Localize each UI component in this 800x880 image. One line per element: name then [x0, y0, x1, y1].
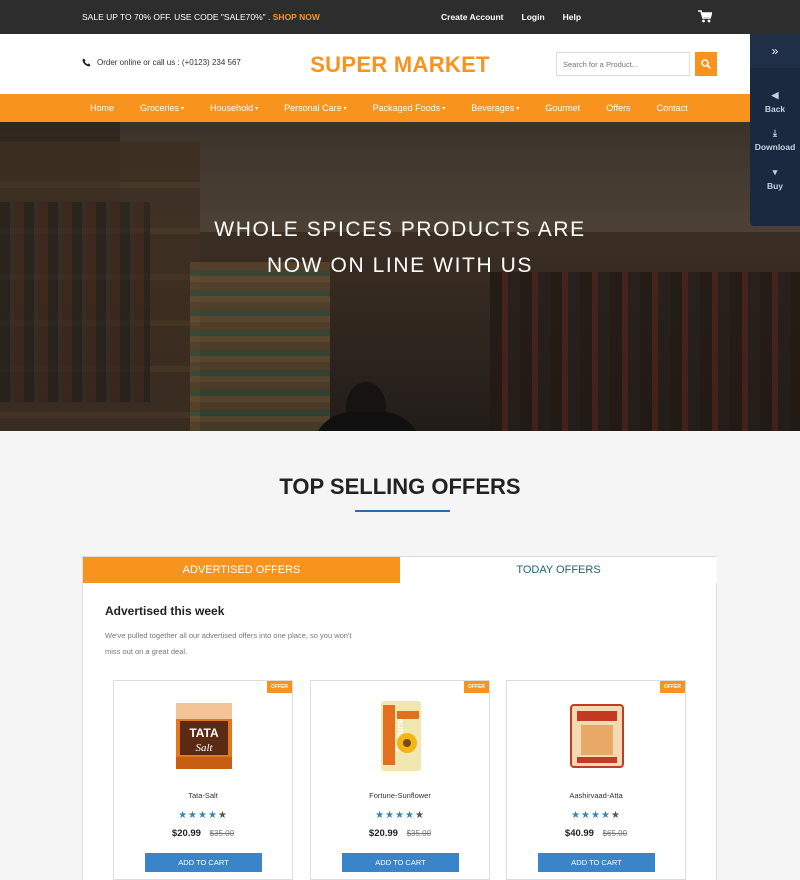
nav-item-home[interactable]: Home — [90, 103, 114, 113]
arrow-left-icon: ◀ — [771, 90, 779, 100]
sale-banner: SALE UP TO 70% OFF. USE CODE "SALE70%" .… — [82, 12, 320, 22]
product-name[interactable]: Fortune-Sunflower — [311, 791, 489, 800]
nav-label: Groceries — [140, 103, 180, 113]
nav-label: Personal Care — [284, 103, 342, 113]
advertised-heading: Advertised this week — [105, 604, 225, 618]
top-bar: SALE UP TO 70% OFF. USE CODE "SALE70%" .… — [0, 0, 800, 34]
product-prices: $20.99 $35.00 — [114, 828, 292, 839]
shop-now-link[interactable]: SHOP NOW — [273, 12, 320, 22]
product-price: $40.99 — [564, 828, 594, 839]
product-old-price: $65.00 — [602, 829, 628, 838]
nav-label: Home — [90, 103, 115, 113]
side-back-button[interactable]: ◀ Back — [750, 90, 800, 114]
product-card: OFFER TATA Salt Tata-Salt ★★★★★ $20.99 $… — [113, 680, 293, 880]
side-buy-button[interactable]: ▾ Buy — [750, 167, 800, 191]
nav-label: Offers — [606, 103, 631, 113]
caret-down-icon: ▾ — [255, 105, 259, 112]
svg-text:TATA: TATA — [189, 726, 219, 740]
rating-stars: ★★★★★ — [571, 810, 621, 821]
side-download-button[interactable]: ⤓ Download — [750, 128, 800, 152]
section-title: TOP SELLING OFFERS — [279, 474, 521, 499]
create-account-link[interactable]: Create Account — [441, 12, 504, 22]
side-item-label: Back — [764, 104, 786, 114]
product-image-fortune-sunflower[interactable]: Fortune — [371, 699, 431, 773]
product-price: $20.99 — [171, 828, 201, 839]
hero-title: WHOLE SPICES PRODUCTS ARE NOW ON LINE WI… — [0, 212, 800, 284]
nav-item-packaged-foods[interactable]: Packaged Foods ▾ — [373, 103, 446, 113]
cart-icon: ▾ — [772, 167, 778, 177]
svg-text:Salt: Salt — [195, 742, 213, 754]
nav-item-groceries[interactable]: Groceries ▾ — [140, 103, 184, 113]
rating-stars: ★★★★★ — [178, 810, 228, 821]
caret-down-icon: ▾ — [181, 105, 185, 112]
cart-icon[interactable] — [698, 10, 712, 23]
expand-panel-button[interactable]: » — [750, 34, 800, 68]
add-to-cart-button[interactable]: ADD TO CART — [145, 853, 262, 872]
nav-label: Contact — [656, 103, 688, 113]
nav-item-personal-care[interactable]: Personal Care ▾ — [284, 103, 347, 113]
product-old-price: $35.00 — [406, 829, 432, 838]
nav-item-beverages[interactable]: Beverages ▾ — [471, 103, 519, 113]
hero-banner: WHOLE SPICES PRODUCTS ARE NOW ON LINE WI… — [0, 122, 800, 431]
advertised-description: We've pulled together all our advertised… — [105, 631, 352, 656]
search-icon — [701, 59, 711, 69]
search-button[interactable] — [695, 52, 717, 76]
product-name[interactable]: Tata-Salt — [114, 791, 292, 800]
account-links: Create Account Login Help — [441, 0, 581, 34]
main-nav: Home Groceries ▾ Household ▾ Personal Care… — [0, 94, 800, 122]
nav-label: Packaged Foods — [372, 103, 441, 113]
side-panel: » ◀ Back ⤓ Download ▾ Buy — [750, 34, 800, 226]
hero-title-line-1: WHOLE SPICES PRODUCTS ARE — [214, 218, 586, 241]
download-icon: ⤓ — [773, 128, 777, 138]
nav-label: Beverages — [471, 103, 515, 113]
double-chevron-right-icon: » — [771, 44, 779, 58]
login-link[interactable]: Login — [522, 12, 545, 22]
rating-stars: ★★★★★ — [375, 810, 425, 821]
add-to-cart-button[interactable]: ADD TO CART — [342, 853, 459, 872]
offer-badge: OFFER — [267, 681, 292, 693]
offer-badge: OFFER — [660, 681, 685, 693]
offer-badge: OFFER — [464, 681, 489, 693]
hero-title-line-2: NOW ON LINE WITH US — [266, 254, 534, 277]
nav-item-household[interactable]: Household ▾ — [210, 103, 258, 113]
search-input[interactable] — [556, 52, 690, 76]
product-card: OFFER Aashirvaad-Atta ★★★★★ $40.99 $65.0… — [506, 680, 686, 880]
sale-text: SALE UP TO 70% OFF. USE CODE "SALE70%" . — [82, 12, 271, 22]
product-price: $20.99 — [368, 828, 398, 839]
product-name[interactable]: Aashirvaad-Atta — [507, 791, 685, 800]
nav-item-contact[interactable]: Contact — [657, 103, 688, 113]
caret-down-icon: ▾ — [343, 105, 347, 112]
help-link[interactable]: Help — [563, 12, 581, 22]
side-item-label: Download — [754, 142, 796, 152]
product-image-tata-salt[interactable]: TATA Salt — [174, 699, 234, 773]
nav-item-offers[interactable]: Offers — [606, 103, 630, 113]
caret-down-icon: ▾ — [516, 105, 520, 112]
tab-advertised-offers[interactable]: ADVERTISED OFFERS — [83, 557, 400, 583]
nav-label: Household — [210, 103, 254, 113]
nav-item-gourmet[interactable]: Gourmet — [545, 103, 580, 113]
product-image-aashirvaad-atta[interactable] — [567, 699, 627, 773]
product-old-price: $35.00 — [209, 829, 235, 838]
nav-label: Gourmet — [545, 103, 581, 113]
side-item-label: Buy — [766, 181, 784, 191]
caret-down-icon: ▾ — [442, 105, 446, 112]
product-prices: $20.99 $35.00 — [311, 828, 489, 839]
tab-today-offers[interactable]: TODAY OFFERS — [400, 557, 717, 583]
site-header: Order online or call us : (+0123) 234 56… — [0, 34, 800, 94]
section-divider — [355, 510, 450, 512]
product-prices: $40.99 $65.00 — [507, 828, 685, 839]
add-to-cart-button[interactable]: ADD TO CART — [538, 853, 655, 872]
product-card: OFFER Fortune Fortune-Sunflower ★★★★★ $2… — [310, 680, 490, 880]
